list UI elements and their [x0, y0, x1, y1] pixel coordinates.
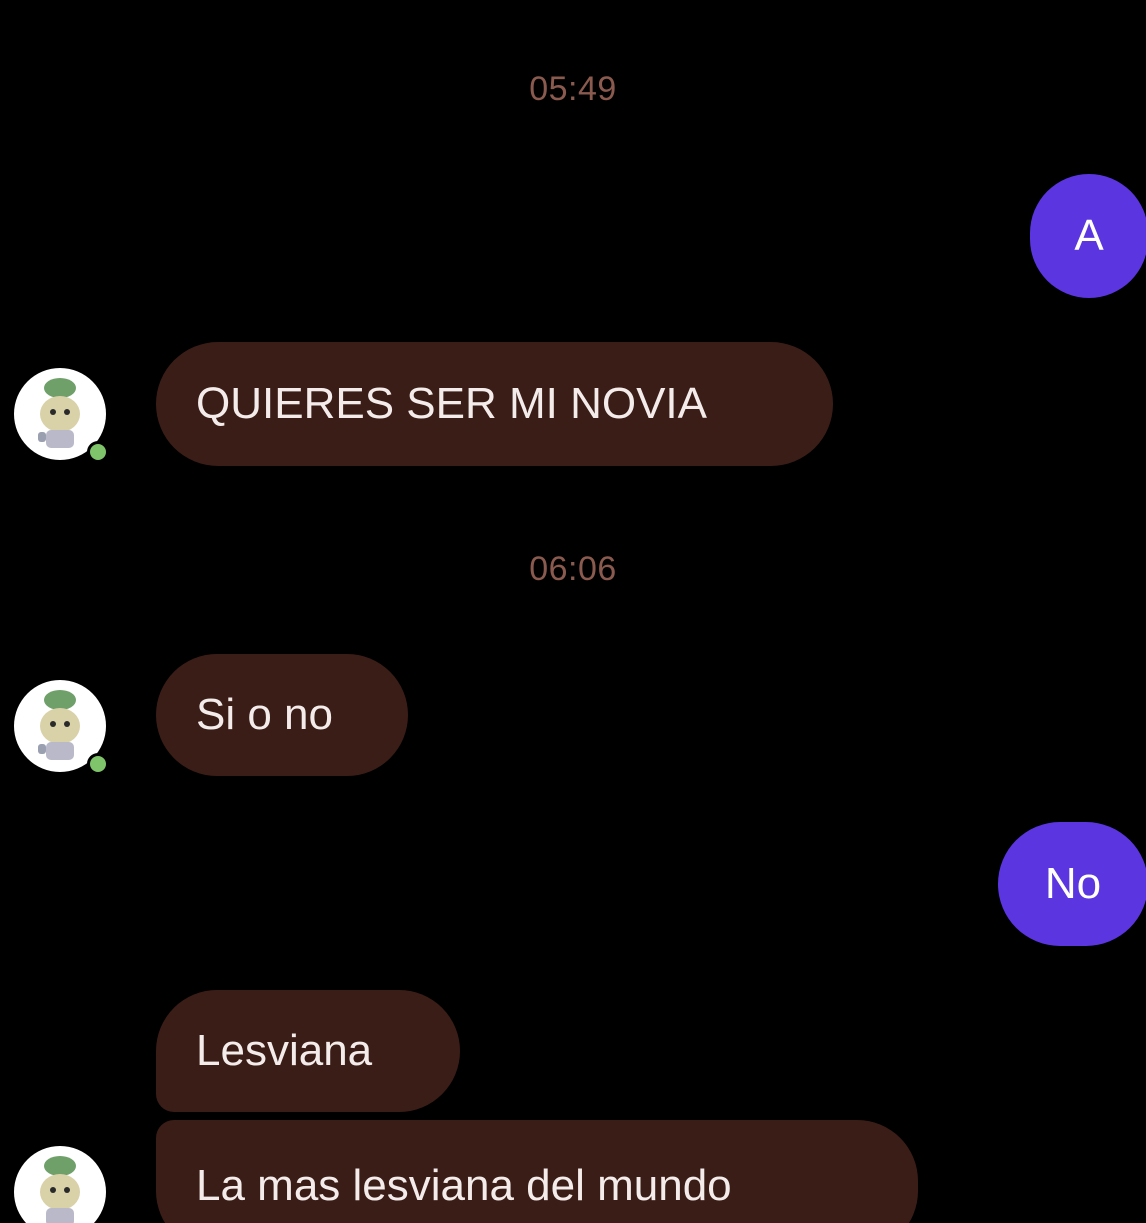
received-message-text: Lesviana — [196, 1026, 373, 1075]
received-message-text: La mas lesviana del mundo — [196, 1161, 732, 1210]
sent-message-bubble[interactable]: A — [1030, 174, 1146, 298]
online-status-dot-icon — [87, 753, 109, 775]
sent-message-text: A — [1074, 211, 1104, 260]
received-message-text: QUIERES SER MI NOVIA — [196, 379, 707, 428]
received-message-bubble[interactable]: QUIERES SER MI NOVIA — [156, 342, 833, 466]
timestamp: 05:49 — [529, 70, 617, 108]
sent-message-bubble[interactable]: No — [998, 822, 1146, 946]
cartoon-character-avatar-icon — [14, 1146, 106, 1223]
received-message-bubble[interactable]: Lesviana — [156, 990, 460, 1112]
contact-avatar[interactable] — [12, 678, 109, 775]
timestamp: 06:06 — [529, 550, 617, 588]
contact-avatar[interactable] — [12, 1144, 108, 1223]
chat-thread[interactable]: 05:49 A QUIERES SER MI NOVIA 06:06 Si o … — [0, 0, 1146, 1223]
contact-avatar[interactable] — [12, 366, 109, 463]
received-message-bubble[interactable]: La mas lesviana del mundo — [156, 1120, 918, 1223]
received-message-bubble[interactable]: Si o no — [156, 654, 408, 776]
received-message-text: Si o no — [196, 690, 333, 739]
online-status-dot-icon — [87, 441, 109, 463]
sent-message-text: No — [1044, 859, 1102, 908]
